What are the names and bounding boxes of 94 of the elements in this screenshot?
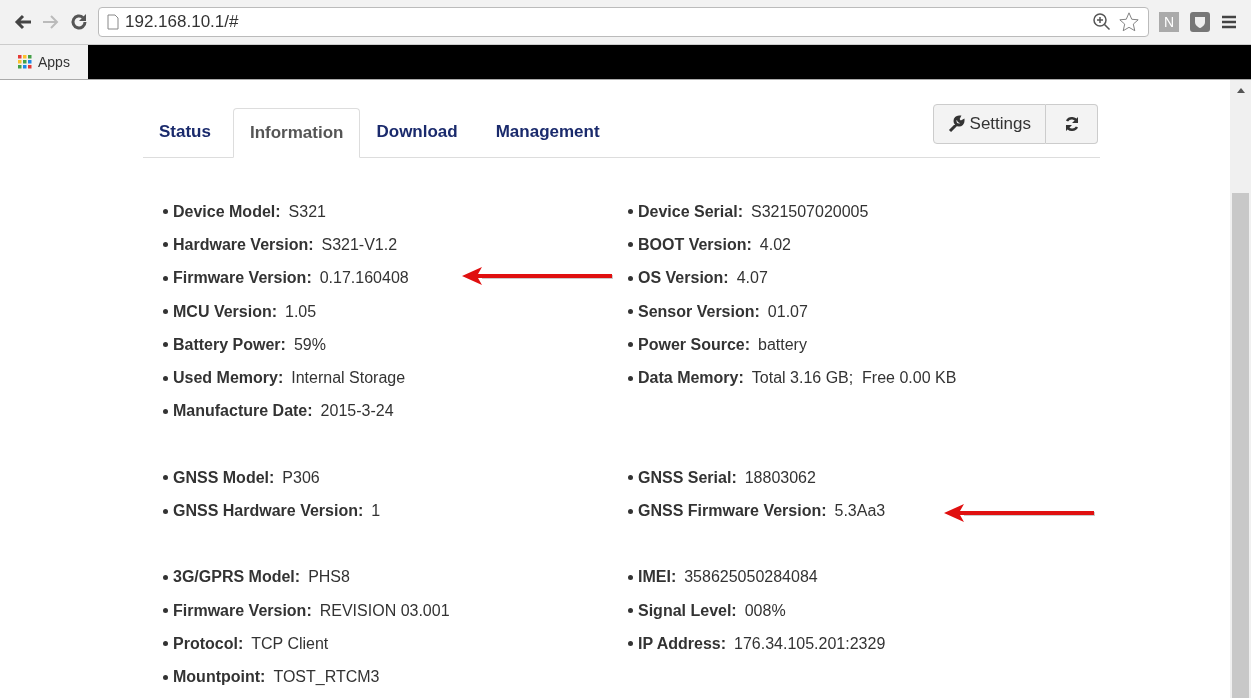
field-value: 4.07 [736, 268, 768, 289]
bullet-icon [628, 209, 633, 215]
url-text: 192.168.10.1/# [125, 11, 240, 34]
bullet-icon [628, 242, 633, 248]
tab[interactable]: Information [232, 108, 361, 158]
star-icon[interactable] [1118, 11, 1140, 33]
bullet-icon [628, 608, 633, 614]
reload-icon[interactable] [70, 13, 88, 31]
field-value: 1.05 [285, 301, 317, 322]
bullet-icon [628, 508, 633, 514]
bullet-icon [163, 408, 168, 414]
tab[interactable]: Status [143, 107, 227, 157]
field-value: 01.07 [767, 301, 808, 322]
bullet-icon [163, 242, 168, 248]
menu-icon[interactable] [1221, 14, 1237, 30]
bullet-icon [163, 209, 168, 215]
field-value: 1 [371, 501, 381, 521]
tab[interactable]: Download [360, 107, 474, 157]
field-label: BOOT Version: [638, 234, 752, 255]
field-value: 18803062 [744, 467, 816, 488]
field-value: 358625050284084 [684, 567, 818, 588]
bullet-icon [163, 342, 168, 348]
address-bar[interactable]: 192.168.10.1/# [98, 7, 1149, 37]
field-value: 176.34.105.201:2329 [734, 633, 886, 654]
page-icon [107, 14, 119, 30]
field-label: Device Model: [173, 201, 281, 222]
field-label: IP Address: [638, 633, 727, 654]
bullet-icon [628, 574, 633, 580]
field-label: GNSS Firmware Version: [638, 501, 827, 521]
field-label: Manufacture Date: [173, 401, 313, 422]
field-label: Firmware Version: [173, 600, 312, 621]
field-label: Power Source: [638, 334, 751, 355]
field-label: Mountpoint: [173, 667, 266, 688]
bullet-icon [163, 574, 168, 580]
bookmark-item[interactable]: Apps [0, 45, 88, 79]
field-value: TCP Client [251, 633, 329, 654]
field-value: 0.17.160408 [319, 268, 409, 289]
field-value: REVISION 03.001 [319, 600, 450, 621]
field-label: MCU Version: [173, 301, 277, 322]
field-value: TOST_RTCM3 [273, 667, 380, 688]
field-label: Data Memory: [638, 368, 744, 389]
field-value: 008% [744, 600, 786, 621]
bullet-icon [628, 641, 633, 647]
field-value: Total 3.16 GB; Free 0.00 KB [751, 368, 957, 389]
bullet-icon [163, 275, 168, 281]
shield-icon[interactable] [1189, 11, 1211, 33]
bullet-icon [163, 375, 168, 381]
bullet-icon [628, 342, 633, 348]
back-icon[interactable] [14, 14, 32, 30]
field-value: 2015-3-24 [320, 401, 394, 422]
field-label: Signal Level: [638, 600, 737, 621]
field-value: S321 [288, 201, 326, 222]
field-label: 3G/GPRS Model: [173, 567, 301, 588]
bullet-icon [163, 309, 168, 315]
zoom-icon[interactable] [1092, 12, 1112, 32]
field-label: GNSS Hardware Version: [173, 501, 364, 521]
tab[interactable]: Management [479, 107, 616, 157]
wrench-icon [947, 115, 966, 133]
field-value: S321507020005 [750, 201, 869, 222]
bullet-icon [628, 275, 633, 281]
bullet-icon [163, 674, 168, 680]
field-value: PHS8 [308, 567, 350, 588]
scrollbar[interactable] [1230, 80, 1251, 698]
field-label: Used Memory: [173, 368, 284, 389]
field-label: Hardware Version: [173, 234, 314, 255]
bullet-icon [628, 475, 633, 481]
scrollbar-thumb[interactable] [1232, 193, 1249, 698]
field-label: IMEI: [638, 567, 677, 588]
bullet-icon [163, 641, 168, 647]
field-label: Device Serial: [638, 201, 743, 222]
refresh-icon [1063, 116, 1080, 132]
bullet-icon [163, 508, 168, 514]
field-label: OS Version: [638, 268, 729, 289]
bullet-icon [163, 475, 168, 481]
field-value: 59% [293, 334, 326, 355]
field-label: GNSS Model: [173, 467, 275, 488]
field-value: S321-V1.2 [321, 234, 398, 255]
scroll-up-icon[interactable] [1236, 88, 1245, 93]
field-label: Protocol: [173, 633, 244, 654]
field-label: Battery Power: [173, 334, 286, 355]
refresh-button[interactable] [1046, 104, 1098, 144]
field-value: Internal Storage [291, 368, 406, 389]
settings-button[interactable]: Settings [932, 104, 1046, 144]
bullet-icon [628, 375, 633, 381]
field-label: Sensor Version: [638, 301, 760, 322]
field-value: P306 [282, 467, 320, 488]
apps-grid-icon [18, 55, 32, 69]
field-value: battery [758, 334, 807, 355]
field-value: 4.02 [759, 234, 791, 255]
field-label: Firmware Version: [173, 268, 312, 289]
bullet-icon [163, 608, 168, 614]
bullet-icon [628, 309, 633, 315]
field-value: 5.3Aa3 [834, 501, 886, 521]
field-label: GNSS Serial: [638, 467, 737, 488]
